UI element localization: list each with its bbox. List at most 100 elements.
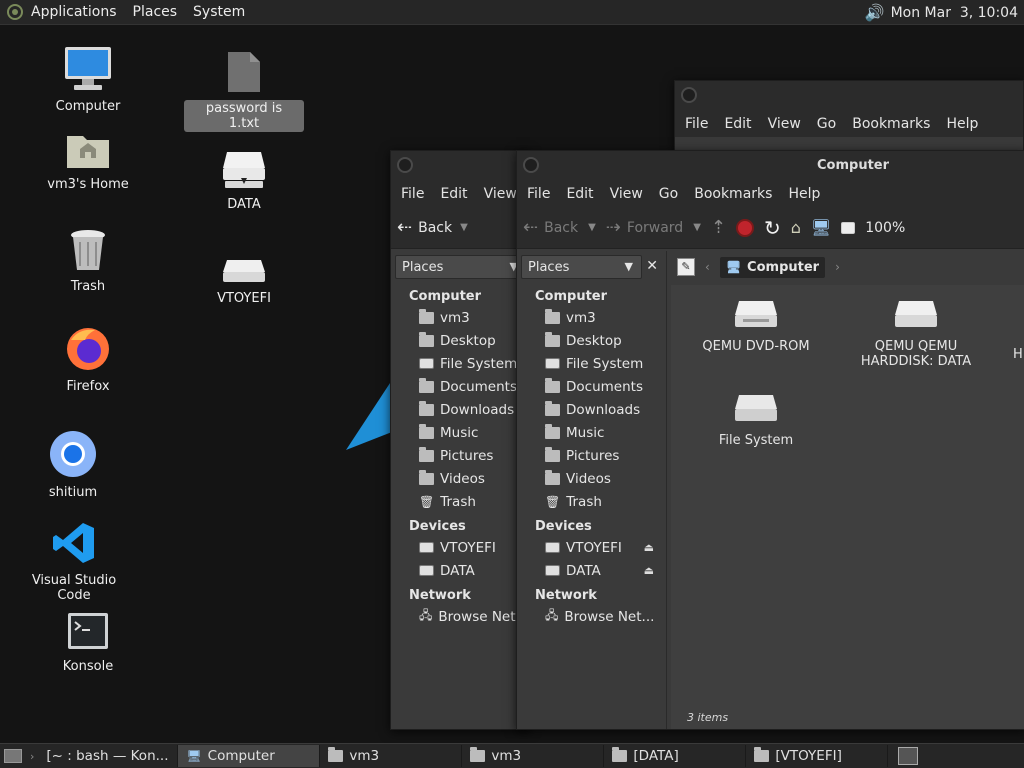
computer-icon[interactable]: 🖥 [811,218,831,237]
sidebar-item-documents[interactable]: Documents [391,375,529,398]
menu-go[interactable]: Go [809,116,844,132]
titlebar[interactable]: Computer [517,151,1024,181]
desktop-icon-home[interactable]: vm3's Home [28,128,148,193]
menu-bookmarks[interactable]: Bookmarks [686,186,780,202]
reload-icon[interactable]: ↻ [764,216,781,240]
menu-system[interactable]: System [185,4,253,20]
eject-icon[interactable]: ⏏ [644,541,654,554]
desktop-icon-computer[interactable]: Computer [28,46,148,115]
edit-location-icon[interactable]: ✎ [677,258,695,276]
sidebar-item-videos[interactable]: Videos [391,467,529,490]
menu-applications[interactable]: Applications [23,4,125,20]
desktop-icon-data-drive[interactable]: DATA [184,150,304,213]
taskbar: › [~ : bash — Kon... 🖥 Computer vm3 vm3 [… [0,743,1024,768]
desktop-icon-trash[interactable]: Trash [28,228,148,295]
close-sidebar-icon[interactable]: ✕ [646,258,658,274]
task-data[interactable]: [DATA] [604,745,747,767]
path-left-arrow-icon[interactable]: ‹ [705,260,710,274]
sidebar-item-music[interactable]: Music [391,421,529,444]
forward-button[interactable]: ⇢ Forward [606,217,683,238]
menu-bookmarks[interactable]: Bookmarks [844,116,938,132]
eject-icon[interactable]: ⏏ [644,564,654,577]
sidebar-item-vm3[interactable]: vm3 [391,306,529,329]
back-history-dropdown-icon[interactable]: ▼ [460,222,468,233]
desktop-icon-konsole[interactable]: Konsole [28,612,148,675]
sidebar-item-desktop[interactable]: Desktop [517,329,666,352]
desktop-icon-vscode[interactable]: Visual Studio Code [14,520,134,604]
desktop-icon-chromium[interactable]: shitium [13,430,133,501]
file-manager-window-back[interactable]: File Edit View Go Bookmarks Help [674,80,1024,160]
menu-edit[interactable]: Edit [558,186,601,202]
task-konsole[interactable]: [~ : bash — Kon... [38,745,179,767]
menu-edit[interactable]: Edit [716,116,759,132]
sidebar-item-file-system[interactable]: File System [391,352,529,375]
file-item-dvd-rom[interactable]: QEMU DVD-ROM [691,299,821,354]
file-manager-window-middle[interactable]: File Edit View ⇠ Back ▼ Places ▼ Compute… [390,150,530,730]
menu-file[interactable]: File [393,186,432,202]
sidebar-item-browse-network[interactable]: 🖧 Browse Net... [517,605,666,628]
sidebar-item-documents[interactable]: Documents [517,375,666,398]
sidebar-item-pictures[interactable]: Pictures [391,444,529,467]
window-menu-button[interactable] [681,87,697,103]
titlebar[interactable] [391,151,529,181]
menu-file[interactable]: File [677,116,716,132]
sidebar-item-vm3[interactable]: vm3 [517,306,666,329]
sidebar-item-desktop[interactable]: Desktop [391,329,529,352]
sidebar-item-data[interactable]: DATA [391,559,529,582]
sidebar-item-browse-network[interactable]: 🖧 Browse Net... [391,605,529,628]
desktop-icon-firefox[interactable]: Firefox [28,326,148,395]
task-vm3-2[interactable]: vm3 [462,745,605,767]
forward-history-dropdown-icon[interactable]: ▼ [693,222,701,233]
sidebar-item-pictures[interactable]: Pictures [517,444,666,467]
file-item-file-system[interactable]: File System [691,393,821,448]
sidebar-item-downloads[interactable]: Downloads [517,398,666,421]
menu-edit[interactable]: Edit [432,186,475,202]
up-arrow-icon[interactable]: ⇡ [711,217,726,238]
stop-icon[interactable] [736,218,754,237]
home-icon[interactable]: ⌂ [791,218,801,237]
sidebar-item-videos[interactable]: Videos [517,467,666,490]
file-manager-window-computer[interactable]: Computer File Edit View Go Bookmarks Hel… [516,150,1024,730]
file-item-harddisk-data[interactable]: QEMU QEMU HARDDISK: DATA [851,299,981,369]
zoom-out-icon[interactable] [841,221,856,234]
sidebar-item-trash[interactable]: 🗑 Trash [517,490,666,513]
sidebar-item-downloads[interactable]: Downloads [391,398,529,421]
task-computer[interactable]: 🖥 Computer [178,745,321,767]
sidebar-item-trash[interactable]: 🗑 Trash [391,490,529,513]
volume-icon[interactable]: 🔊 [865,3,885,22]
file-item-partial[interactable]: H [1013,347,1024,362]
drive-icon [545,565,560,576]
mate-logo-icon[interactable] [7,4,23,20]
sidebar-item-vtoyefi[interactable]: VTOYEFI [391,536,529,559]
sidebar-item-vtoyefi[interactable]: VTOYEFI ⏏ [517,536,666,559]
sidebar-item-file-system[interactable]: File System [517,352,666,375]
clock[interactable]: Mon Mar 3, 10:04 [891,5,1018,21]
menu-file[interactable]: File [519,186,558,202]
zoom-level[interactable]: 100% [865,220,905,236]
sidebar-item-data[interactable]: DATA ⏏ [517,559,666,582]
window-menu-button[interactable] [397,157,413,173]
path-segment-computer[interactable]: 🖥 Computer [719,256,826,278]
path-right-arrow-icon[interactable]: › [835,260,840,274]
file-item-label: H [1013,347,1023,362]
show-desktop-icon[interactable] [4,749,22,763]
back-history-dropdown-icon[interactable]: ▼ [588,222,596,233]
menu-go[interactable]: Go [651,186,686,202]
task-label: Computer [207,748,275,764]
sidebar-item-music[interactable]: Music [517,421,666,444]
back-button[interactable]: ⇠ Back [397,217,452,238]
menu-help[interactable]: Help [780,186,828,202]
desktop-icon-vtoyefi-drive[interactable]: VTOYEFI [184,258,304,307]
menu-help[interactable]: Help [938,116,986,132]
menu-view[interactable]: View [602,186,651,202]
back-button[interactable]: ⇠ Back [523,217,578,238]
titlebar[interactable] [675,81,1023,111]
places-selector[interactable]: Places ▼ [521,255,642,279]
workspace-switcher[interactable] [898,747,919,765]
menu-places[interactable]: Places [125,4,186,20]
task-vm3-1[interactable]: vm3 [320,745,463,767]
task-vtoyefi[interactable]: [VTOYEFI] [746,745,889,767]
desktop-icon-password-file[interactable]: password is 1.txt [184,50,304,132]
places-selector[interactable]: Places ▼ [395,255,527,279]
menu-view[interactable]: View [760,116,809,132]
